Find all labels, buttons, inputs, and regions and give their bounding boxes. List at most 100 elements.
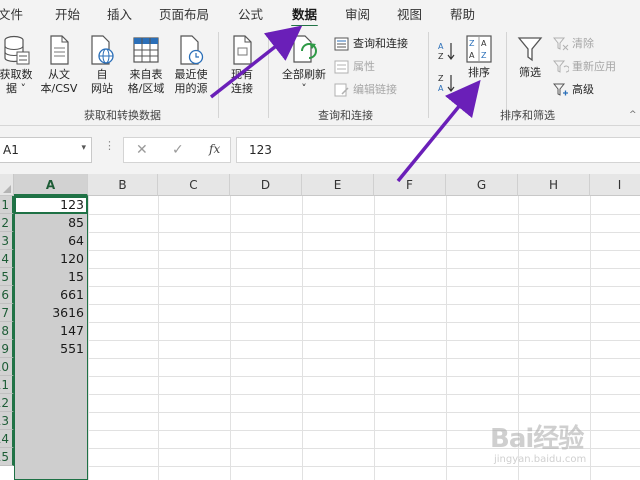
tab-help[interactable]: 帮助 bbox=[450, 4, 475, 22]
column-header-d[interactable]: D bbox=[230, 174, 302, 196]
row-header-11[interactable]: 11 bbox=[0, 376, 14, 394]
advanced-filter-icon bbox=[553, 83, 568, 96]
from-table-range-label-2: 格/区域 bbox=[127, 82, 165, 95]
tab-formulas[interactable]: 公式 bbox=[238, 4, 263, 22]
svg-text:A: A bbox=[469, 51, 475, 60]
column-header-i[interactable]: I bbox=[590, 174, 640, 196]
sort-ascending-button[interactable]: A Z bbox=[437, 40, 457, 62]
tab-data[interactable]: 数据 bbox=[290, 4, 319, 28]
ribbon-separator bbox=[268, 32, 269, 118]
tab-page-layout[interactable]: 页面布局 bbox=[159, 4, 209, 22]
tab-review[interactable]: 审阅 bbox=[345, 4, 370, 22]
grid-column-line bbox=[374, 196, 375, 480]
row-header-9[interactable]: 9 bbox=[0, 340, 14, 358]
enter-icon[interactable]: ✓ bbox=[172, 142, 184, 158]
row-header-3[interactable]: 3 bbox=[0, 232, 14, 250]
ribbon-separator bbox=[506, 32, 507, 118]
cell-a5[interactable]: 15 bbox=[14, 268, 86, 286]
formula-bar-area: A1 ▾ ⋮ ✕ ✓ fx 123 bbox=[0, 126, 640, 174]
watermark-url: jingyan.baidu.com bbox=[494, 454, 587, 465]
tab-insert[interactable]: 插入 bbox=[107, 4, 132, 22]
cell-a6[interactable]: 661 bbox=[14, 286, 86, 304]
sort-icon: Z A A Z bbox=[466, 35, 492, 63]
get-data-button[interactable]: 获取数 据 ˅ bbox=[0, 34, 36, 96]
row-header-13[interactable]: 13 bbox=[0, 412, 14, 430]
recent-sources-button[interactable]: 最近使 用的源 bbox=[170, 34, 212, 96]
from-text-csv-label-1: 从文 bbox=[48, 68, 70, 81]
svg-text:A: A bbox=[481, 39, 487, 48]
tab-file[interactable]: 文件 bbox=[0, 4, 23, 22]
group-label-queries: 查询和连接 bbox=[318, 109, 373, 122]
text-file-icon bbox=[50, 35, 69, 65]
name-box[interactable]: A1 ▾ bbox=[0, 137, 92, 163]
select-all-button[interactable] bbox=[0, 174, 14, 196]
column-header-f[interactable]: F bbox=[374, 174, 446, 196]
formula-input[interactable]: 123 bbox=[236, 137, 640, 163]
cancel-icon[interactable]: ✕ bbox=[136, 142, 148, 158]
column-header-c[interactable]: C bbox=[158, 174, 230, 196]
row-header-15[interactable]: 15 bbox=[0, 448, 14, 466]
more-options-icon[interactable]: ⋮ bbox=[104, 139, 115, 152]
grid-column-line bbox=[446, 196, 447, 480]
tab-home[interactable]: 开始 bbox=[55, 4, 80, 22]
row-header-10[interactable]: 10 bbox=[0, 358, 14, 376]
column-header-e[interactable]: E bbox=[302, 174, 374, 196]
from-web-button[interactable]: 自 网站 bbox=[84, 34, 120, 96]
row-header-4[interactable]: 4 bbox=[0, 250, 14, 268]
refresh-all-button[interactable]: 全部刷新 ˅ bbox=[276, 34, 332, 96]
from-web-label-2: 网站 bbox=[91, 82, 113, 95]
collapse-ribbon-icon[interactable]: ^ bbox=[629, 110, 637, 120]
row-header-1[interactable]: 1 bbox=[0, 196, 14, 214]
row-header-12[interactable]: 12 bbox=[0, 394, 14, 412]
svg-text:Z: Z bbox=[469, 39, 475, 48]
sort-descending-button[interactable]: Z A bbox=[437, 72, 457, 94]
grid-column-line bbox=[88, 196, 89, 480]
grid-column-line bbox=[302, 196, 303, 480]
insert-function-icon[interactable]: fx bbox=[209, 142, 220, 156]
grid-row-line bbox=[14, 268, 640, 269]
chevron-down-icon[interactable]: ▾ bbox=[81, 143, 86, 153]
ribbon-separator bbox=[428, 32, 429, 118]
sort-button[interactable]: Z A A Z 排序 bbox=[462, 34, 496, 80]
row-header-6[interactable]: 6 bbox=[0, 286, 14, 304]
column-header-b[interactable]: B bbox=[88, 174, 158, 196]
cell-a1[interactable]: 123 bbox=[14, 196, 86, 214]
database-icon bbox=[4, 35, 30, 65]
formula-buttons: ✕ ✓ fx bbox=[123, 137, 231, 163]
recent-sources-label-2: 用的源 bbox=[174, 82, 208, 95]
sort-za-icon: Z A bbox=[438, 74, 455, 93]
from-table-range-button[interactable]: 来自表 格/区域 bbox=[122, 34, 170, 96]
watermark-logo: Bai经验 jingyan.baidu.com bbox=[490, 410, 640, 480]
column-header-h[interactable]: H bbox=[518, 174, 590, 196]
existing-connections-label-2: 连接 bbox=[231, 82, 253, 95]
cell-a8[interactable]: 147 bbox=[14, 322, 86, 340]
existing-connections-button[interactable]: 现有 连接 bbox=[222, 34, 262, 96]
row-header-14[interactable]: 14 bbox=[0, 430, 14, 448]
ribbon-tab-bar: 文件 开始 插入 页面布局 公式 数据 审阅 视图 帮助 bbox=[0, 0, 640, 28]
cell-a3[interactable]: 64 bbox=[14, 232, 86, 250]
group-label-sort-filter: 排序和筛选 bbox=[500, 109, 555, 122]
formula-value: 123 bbox=[249, 143, 272, 157]
row-header-7[interactable]: 7 bbox=[0, 304, 14, 322]
svg-text:Z: Z bbox=[438, 74, 444, 83]
refresh-all-dropdown[interactable]: ˅ bbox=[276, 82, 332, 96]
svg-text:A: A bbox=[438, 84, 444, 93]
cell-a7[interactable]: 3616 bbox=[14, 304, 86, 322]
grid-row-line bbox=[14, 304, 640, 305]
row-header-2[interactable]: 2 bbox=[0, 214, 14, 232]
from-text-csv-button[interactable]: 从文 本/CSV bbox=[38, 34, 80, 96]
cell-a2[interactable]: 85 bbox=[14, 214, 86, 232]
filter-funnel-icon bbox=[517, 37, 543, 62]
column-header-a[interactable]: A bbox=[14, 174, 88, 196]
column-header-g[interactable]: G bbox=[446, 174, 518, 196]
watermark-text: Bai经验 bbox=[490, 424, 584, 454]
cell-a4[interactable]: 120 bbox=[14, 250, 86, 268]
get-data-label-1: 获取数 bbox=[0, 68, 33, 81]
tab-view[interactable]: 视图 bbox=[397, 4, 422, 22]
filter-button[interactable]: 筛选 bbox=[511, 34, 549, 80]
edit-links-label: 编辑链接 bbox=[353, 83, 397, 96]
row-header-5[interactable]: 5 bbox=[0, 268, 14, 286]
cell-a9[interactable]: 551 bbox=[14, 340, 86, 358]
row-header-8[interactable]: 8 bbox=[0, 322, 14, 340]
edit-links-icon bbox=[334, 83, 349, 97]
